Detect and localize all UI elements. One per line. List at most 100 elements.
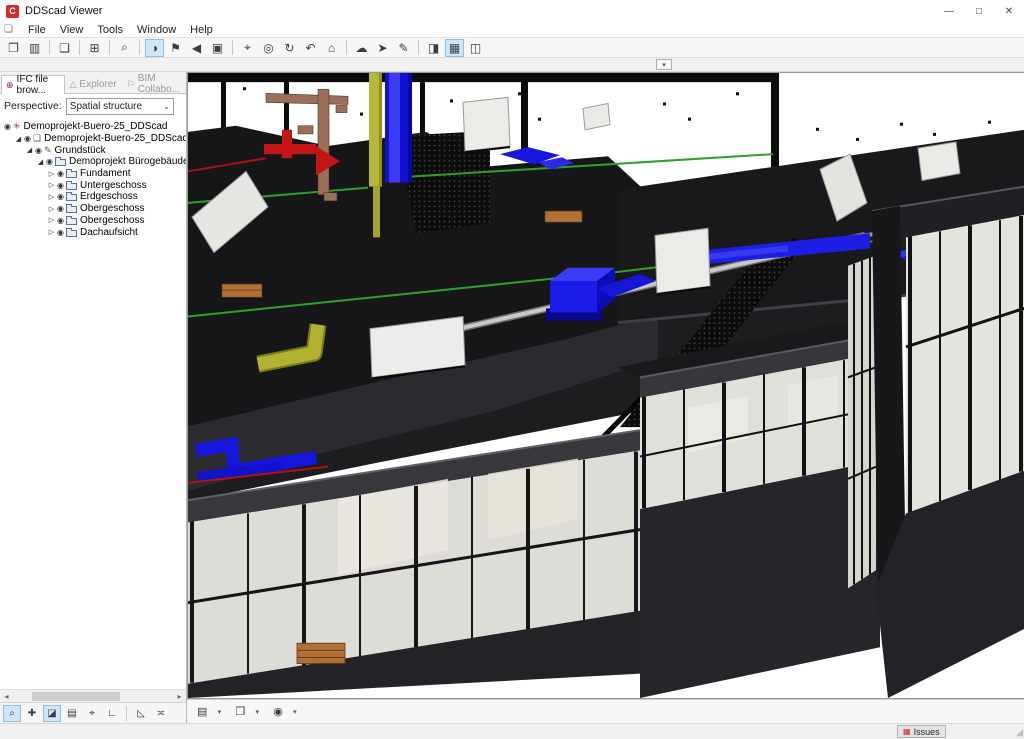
maximize-button[interactable]: □ — [964, 0, 994, 22]
viewport-area: ▤▾❒▾◉▾ — [187, 72, 1024, 723]
home-view-button[interactable]: ⌂ — [322, 39, 341, 57]
tree-horizontal-scrollbar[interactable]: ◂ ▸ — [0, 689, 186, 702]
tab-explorer[interactable]: △Explorer — [65, 74, 122, 93]
query-pointer-button[interactable]: ➤ — [373, 39, 392, 57]
resize-grip-icon[interactable]: ◢ — [1016, 727, 1023, 738]
tab-bim-collaboration-label: BIM Collabo... — [138, 73, 180, 95]
site-icon: ✎ — [44, 145, 52, 156]
tree-row[interactable]: ◢◉✎Grundstück — [0, 144, 186, 156]
visibility-eye-icon[interactable]: ◉ — [57, 192, 64, 201]
previous-view-button[interactable]: ↶ — [301, 39, 320, 57]
tree-expander-icon[interactable]: ▷ — [47, 205, 56, 213]
tree-expander-icon[interactable]: ▷ — [47, 181, 56, 189]
tree-row[interactable]: ▷◉Obergeschoss — [0, 215, 186, 227]
export-document-button[interactable]: ❏ — [55, 39, 74, 57]
close-button[interactable]: ✕ — [994, 0, 1024, 22]
scrollbar-thumb[interactable] — [32, 692, 120, 701]
visibility-eye-icon[interactable]: ◉ — [46, 157, 53, 166]
blue-column — [385, 73, 412, 183]
section-tool-button[interactable]: ◪ — [43, 705, 61, 722]
menu-file[interactable]: File — [21, 24, 53, 36]
menu-view[interactable]: View — [53, 24, 91, 36]
scroll-right-icon[interactable]: ▸ — [173, 692, 186, 701]
tree-expander-icon[interactable]: ▷ — [47, 216, 56, 224]
panel-toolbar: ⌕✚◪▤⌖∟ ◺≍ — [0, 702, 186, 723]
tab-ifc-file-browser[interactable]: ⊕IFC file brow... — [1, 75, 65, 94]
toolbar-separator — [346, 40, 347, 55]
screenshot-button[interactable]: ◨ — [424, 39, 443, 57]
tree-item-label: Grundstück — [55, 145, 106, 156]
tree-row[interactable]: ◢◉Demoprojekt Bürogebäude — [0, 156, 186, 168]
select-object-button[interactable]: ▣ — [208, 39, 227, 57]
back-button[interactable]: ◀ — [187, 39, 206, 57]
locate-tool-button[interactable]: ⌖ — [83, 705, 101, 722]
visibility-eye-icon[interactable]: ◉ — [4, 122, 11, 131]
visibility-eye-icon[interactable]: ◉ — [57, 228, 64, 237]
redlining-cloud-button[interactable]: ☁ — [352, 39, 371, 57]
bottom-left-pallet — [297, 643, 345, 663]
tree-row[interactable]: ▷◉Obergeschoss — [0, 203, 186, 215]
tree-expander-icon[interactable]: ◢ — [36, 158, 45, 166]
storey-icon — [66, 171, 77, 178]
tree-expander-icon[interactable]: ▷ — [47, 170, 56, 178]
tree-expander-icon[interactable]: ▷ — [47, 228, 56, 236]
pan-tool-button[interactable]: ✚ — [23, 705, 41, 722]
properties-tool-button[interactable]: ▤ — [63, 705, 81, 722]
title-bar: C DDScad Viewer — □ ✕ — [0, 0, 1024, 22]
tree-expander-icon[interactable]: ▷ — [47, 193, 56, 201]
secondary-toolbar: ▾ — [0, 58, 1024, 72]
perspective-select[interactable]: Spatial structure ⌄ — [66, 98, 174, 115]
visibility-eye-icon[interactable]: ◉ — [57, 169, 64, 178]
chevron-down-icon: ⌄ — [163, 102, 170, 111]
search-button[interactable]: ⌕ — [115, 39, 134, 57]
zoom-tool-button[interactable]: ⌕ — [3, 705, 21, 722]
model-views-button[interactable]: ❒ — [231, 703, 249, 721]
storey-icon — [66, 218, 77, 225]
tree-row[interactable]: ▷◉Untergeschoss — [0, 179, 186, 191]
angle-tool-button[interactable]: ∟ — [103, 705, 121, 722]
add-pointer-button[interactable]: ⚑ — [166, 39, 185, 57]
visibility-eye-icon[interactable]: ◉ — [35, 146, 42, 155]
issues-button[interactable]: ▦ Issues — [897, 725, 946, 738]
save-button[interactable]: ▥ — [25, 39, 44, 57]
walkthrough-button[interactable]: ⌖ — [238, 39, 257, 57]
model-views-button-dropdown[interactable]: ▾ — [251, 703, 263, 721]
visibility-eye-icon[interactable]: ◉ — [57, 204, 64, 213]
tree-item-label: Demoprojekt-Buero-25_DDScad — [24, 121, 168, 132]
tree-row[interactable]: ▷◉Erdgeschoss — [0, 191, 186, 203]
zoom-dynamic-button[interactable]: ◎ — [259, 39, 278, 57]
tree-row[interactable]: ◉✳Demoprojekt-Buero-25_DDScad — [0, 121, 186, 133]
print-view-button[interactable]: ▤ — [193, 703, 211, 721]
zoom-window-button[interactable]: ⊞ — [85, 39, 104, 57]
panels-layout-button[interactable]: ▦ — [445, 39, 464, 57]
viewport-3d-canvas[interactable] — [187, 72, 1024, 699]
visibility-eye-icon[interactable]: ◉ — [24, 134, 31, 143]
tree-row[interactable]: ▷◉Fundament — [0, 168, 186, 180]
tree-item-label: Dachaufsicht — [80, 227, 138, 238]
menu-tools[interactable]: Tools — [90, 24, 130, 36]
menu-window[interactable]: Window — [130, 24, 183, 36]
tree-expander-icon[interactable]: ◢ — [25, 146, 34, 154]
shaded-mode-button[interactable]: ◑ — [145, 39, 164, 57]
display-mode-button-dropdown[interactable]: ▾ — [289, 703, 301, 721]
menu-help[interactable]: Help — [183, 24, 220, 36]
quick-select-dropdown[interactable]: ▾ — [656, 59, 672, 70]
visibility-eye-icon[interactable]: ◉ — [57, 216, 64, 225]
measure-tool-button[interactable]: ◺ — [132, 705, 150, 722]
tab-bim-collaboration[interactable]: ⚐BIM Collabo... — [122, 74, 185, 93]
print-view-button-dropdown[interactable]: ▾ — [213, 703, 225, 721]
settings-panel-button[interactable]: ◫ — [466, 39, 485, 57]
display-mode-button[interactable]: ◉ — [269, 703, 287, 721]
rotate-view-button[interactable]: ↻ — [280, 39, 299, 57]
minimize-button[interactable]: — — [934, 0, 964, 22]
measure-pointer-button[interactable]: ✎ — [394, 39, 413, 57]
tree-row[interactable]: ▷◉ Dachaufsicht — [0, 226, 186, 238]
tree-expander-icon[interactable]: ◢ — [14, 135, 23, 143]
dimension-tool-button[interactable]: ≍ — [152, 705, 170, 722]
open-button[interactable]: ❐ — [4, 39, 23, 57]
menu-bar: ❏ FileViewToolsWindowHelp — [0, 22, 1024, 37]
visibility-eye-icon[interactable]: ◉ — [57, 181, 64, 190]
tree-row[interactable]: ◢◉❏Demoprojekt-Buero-25_DDScad — [0, 133, 186, 145]
scroll-left-icon[interactable]: ◂ — [0, 692, 13, 701]
spatial-structure-tree: ◉✳Demoprojekt-Buero-25_DDScad◢◉❏Demoproj… — [0, 118, 186, 689]
